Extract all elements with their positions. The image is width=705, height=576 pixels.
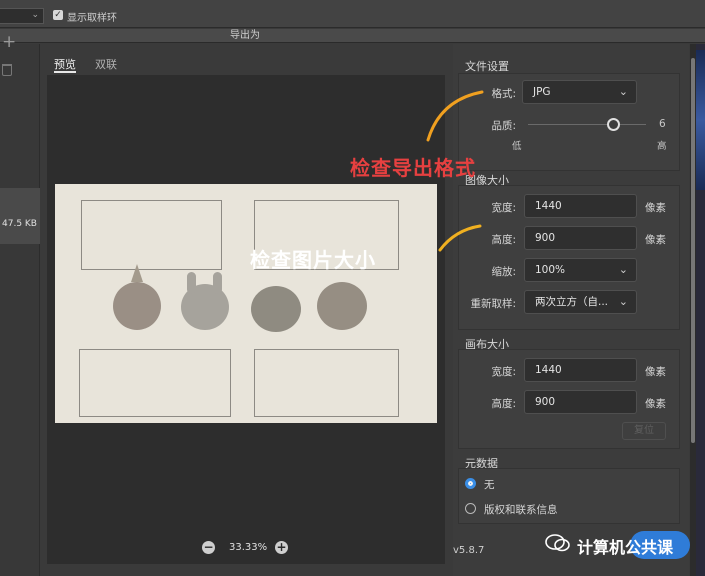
party-hat-illustration (131, 264, 143, 282)
dialog-title-bar: 导出为 (0, 29, 705, 43)
metadata-none-radio[interactable] (465, 478, 476, 489)
image-height-unit: 像素 (645, 234, 666, 246)
chevron-down-icon: ⌄ (618, 263, 628, 276)
show-sampling-ring-checkbox[interactable]: ✓ (53, 10, 63, 20)
chevron-down-icon: ⌄ (31, 10, 39, 20)
preview-image (55, 184, 437, 423)
canvas-width-unit: 像素 (645, 366, 666, 378)
image-frame (254, 349, 399, 417)
asset-list-item[interactable] (0, 188, 40, 244)
asset-file-size: 47.5 KB (2, 219, 37, 229)
sample-size-select[interactable]: ⌄ (0, 8, 44, 24)
dog-illustration (317, 282, 367, 330)
image-height-label: 高度: (491, 234, 516, 246)
image-width-input[interactable]: 1440 (524, 194, 637, 218)
chevron-down-icon: ⌄ (618, 295, 628, 308)
watermark-text: 计算机公共课 (577, 538, 674, 557)
bear-illustration (113, 282, 161, 330)
tab-preview[interactable]: 预览 (54, 56, 76, 72)
bunny-ear (213, 272, 222, 294)
chevron-down-icon: ⌄ (618, 85, 628, 98)
format-value: JPG (533, 86, 551, 98)
quality-low-label: 低 (512, 141, 522, 152)
tab-two-up[interactable]: 双联 (95, 56, 117, 72)
zoom-level: 33.33% (229, 542, 268, 553)
wechat-icon (545, 534, 570, 552)
show-sampling-ring-label: 显示取样环 (67, 13, 117, 24)
bunny-ear (187, 272, 196, 294)
size-annotation: 检查图片大小 (250, 248, 376, 272)
scale-value: 100% (535, 264, 566, 276)
trash-icon[interactable] (2, 64, 12, 76)
options-bar: ⌄ ✓ 显示取样环 (0, 0, 705, 28)
add-asset-icon[interactable]: + (2, 32, 16, 52)
file-settings-title: 文件设置 (465, 60, 509, 73)
metadata-copyright-label: 版权和联系信息 (484, 504, 558, 516)
image-height-input[interactable]: 900 (524, 226, 637, 250)
quality-high-label: 高 (657, 141, 667, 152)
quality-slider-knob[interactable] (607, 118, 620, 131)
canvas-height-unit: 像素 (645, 398, 666, 410)
image-frame (79, 349, 231, 417)
cat-illustration (251, 286, 301, 332)
scale-select[interactable]: 100% ⌄ (524, 258, 637, 282)
asset-list-panel (0, 44, 40, 576)
canvas-height-label: 高度: (491, 398, 516, 410)
active-tab-indicator (54, 71, 76, 73)
reset-button[interactable]: 复位 (622, 422, 666, 440)
background-image (696, 50, 705, 190)
metadata-none-label: 无 (484, 479, 495, 491)
canvas-width-label: 宽度: (491, 366, 516, 378)
quality-value: 6 (659, 118, 666, 130)
version-label: v5.8.7 (453, 545, 485, 556)
quality-slider-track[interactable] (528, 124, 646, 125)
zoom-in-button[interactable]: + (275, 541, 288, 554)
image-width-value: 1440 (535, 200, 562, 212)
image-height-value: 900 (535, 232, 556, 244)
image-width-label: 宽度: (491, 202, 516, 214)
canvas-height-value: 900 (535, 396, 556, 408)
scrollbar-thumb[interactable] (691, 58, 695, 443)
canvas-width-value: 1440 (535, 364, 562, 376)
metadata-copyright-radio[interactable] (465, 503, 476, 514)
scale-label: 缩放: (491, 266, 516, 278)
format-select[interactable]: JPG ⌄ (522, 80, 637, 104)
canvas-height-input[interactable]: 900 (524, 390, 637, 414)
zoom-out-button[interactable]: − (202, 541, 215, 554)
image-frame (81, 200, 222, 270)
image-width-unit: 像素 (645, 202, 666, 214)
format-label: 格式: (491, 88, 516, 100)
resample-value: 两次立方（自... (535, 296, 609, 308)
format-annotation: 检查导出格式 (350, 156, 476, 180)
canvas-width-input[interactable]: 1440 (524, 358, 637, 382)
quality-label: 品质: (491, 120, 516, 132)
resample-label: 重新取样: (470, 298, 516, 310)
dialog-title: 导出为 (230, 30, 260, 41)
resample-select[interactable]: 两次立方（自... ⌄ (524, 290, 637, 314)
